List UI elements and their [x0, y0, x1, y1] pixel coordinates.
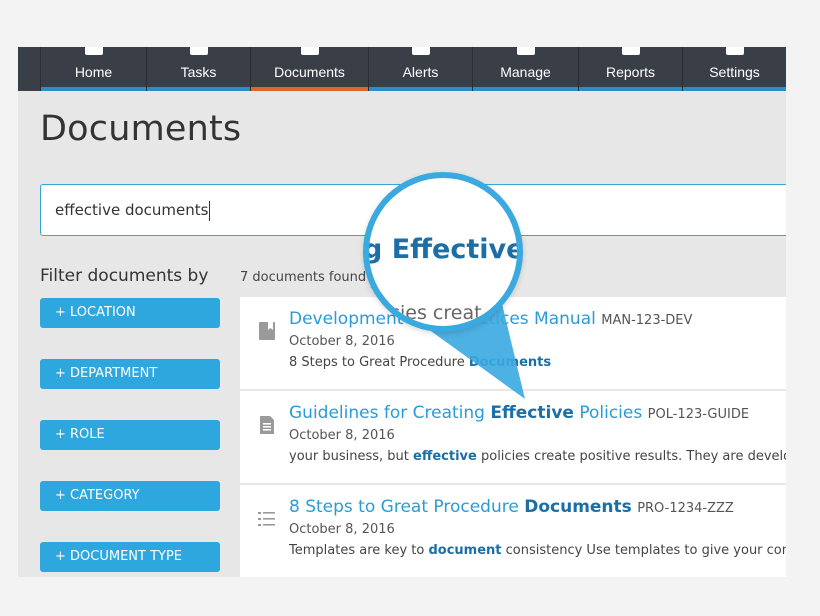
app-window: Home Tasks Documents Alerts Manage Repor…	[18, 47, 786, 577]
magnified-text: g Effective P	[363, 234, 523, 265]
magnifier-lens: g Effective P licies creat	[363, 172, 523, 332]
magnified-snippet: licies creat	[379, 302, 482, 324]
